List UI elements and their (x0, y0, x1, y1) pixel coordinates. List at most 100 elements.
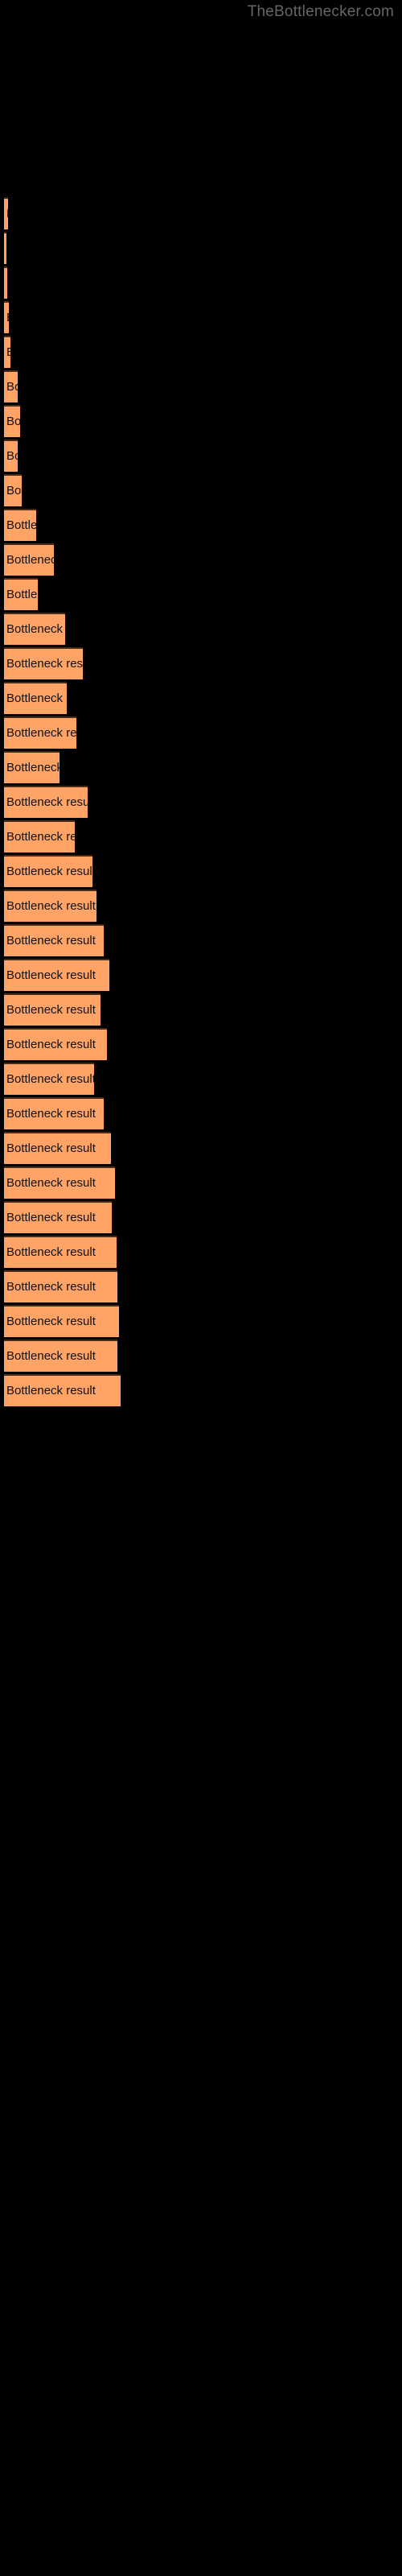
bar-label: Bottleneck result (6, 622, 65, 636)
bar-row: Bottleneck result (4, 682, 67, 714)
bar[interactable]: Bottleneck result (4, 232, 6, 264)
bar-label: Bottleneck result (6, 1141, 96, 1155)
bar-label: Bottleneck result (6, 1038, 96, 1051)
bar-label: Bottleneck result (6, 968, 96, 982)
bar[interactable]: Bottleneck result (4, 440, 18, 472)
bar[interactable]: Bottleneck result (4, 993, 100, 1026)
bar[interactable]: Bottleneck result (4, 682, 67, 714)
bar[interactable]: Bottleneck result (4, 543, 54, 576)
bar[interactable]: Bottleneck result (4, 647, 83, 679)
bar[interactable]: Bottleneck result (4, 266, 7, 299)
bar-row: Bottleneck result (4, 405, 20, 437)
bar-row: Bottleneck result (4, 751, 59, 783)
bar-row: Bottleneck result (4, 855, 92, 887)
bar[interactable]: Bottleneck result (4, 1028, 107, 1060)
bar[interactable]: Bottleneck result (4, 786, 88, 818)
bar-label: Bottleneck result (6, 657, 83, 671)
bar[interactable]: Bottleneck result (4, 855, 92, 887)
bar-label: Bottleneck result (6, 899, 96, 913)
bar[interactable]: Bottleneck result (4, 820, 75, 852)
bar-label: Bottleneck result (6, 761, 59, 774)
bar-label: Bottleneck result (6, 1245, 96, 1259)
bar[interactable]: Bottleneck result (4, 197, 8, 229)
bar-row: Bottleneck result (4, 1097, 104, 1129)
bar[interactable]: Bottleneck result (4, 578, 38, 610)
bottleneck-bar-chart: Bottleneck result Bottleneck result Bottle… (0, 0, 402, 2576)
bar-row: Bottleneck result (4, 578, 38, 610)
bar[interactable]: Bottleneck result (4, 509, 36, 541)
bar-label: Bottleneck result (6, 1003, 96, 1017)
bar-row: Bottleneck result (4, 266, 7, 299)
bar[interactable]: Bottleneck result (4, 1097, 104, 1129)
bar[interactable]: Bottleneck result (4, 1132, 111, 1164)
bar-label: Bottleneck result (6, 553, 54, 567)
bar[interactable]: Bottleneck result (4, 716, 76, 749)
bar[interactable]: Bottleneck result (4, 751, 59, 783)
bar-row: Bottleneck result (4, 1166, 115, 1199)
bar[interactable]: Bottleneck result (4, 405, 20, 437)
bar-label: Bottleneck result (6, 588, 38, 601)
bar-row: Bottleneck result (4, 543, 54, 576)
bar[interactable]: Bottleneck result (4, 301, 9, 333)
bar-row: Bottleneck result (4, 1270, 117, 1302)
bar-label: Bottleneck result (6, 1211, 96, 1224)
bar-label: Bottleneck result (6, 1072, 94, 1086)
bar-row: Bottleneck result (4, 509, 36, 541)
bar-label: Bottleneck result (6, 1315, 96, 1328)
bar-label: Bottleneck result (6, 830, 75, 844)
bar-row: Bottleneck result (4, 1236, 117, 1268)
bar-label: Bottleneck result (6, 726, 76, 740)
bar-label: Bottleneck result (6, 275, 7, 291)
bar-row: Bottleneck result (4, 370, 18, 402)
bar[interactable]: Bottleneck result (4, 1063, 94, 1095)
bar-row: Bottleneck result (4, 890, 96, 922)
bar-row: Bottleneck result (4, 1305, 119, 1337)
bar[interactable]: Bottleneck result (4, 1374, 121, 1406)
bar-label: Bottleneck result (6, 415, 20, 428)
bar[interactable]: Bottleneck result (4, 336, 10, 368)
bar[interactable]: Bottleneck result (4, 474, 22, 506)
page-root: TheBottlenecker.com Bottleneck resultBot… (0, 0, 402, 2576)
bar[interactable]: Bottleneck result (4, 370, 18, 402)
bar-label: Bottleneck result (6, 1176, 96, 1190)
bar[interactable]: Bottleneck result (4, 959, 109, 991)
bar-label: Bottleneck result (6, 484, 22, 497)
bar[interactable]: Bottleneck result (4, 613, 65, 645)
bar[interactable]: Bottleneck result (4, 1166, 115, 1199)
bar-label: Bottleneck result (6, 1384, 96, 1397)
bar-row: Bottleneck result (4, 786, 88, 818)
bar-row: Bottleneck result (4, 1063, 94, 1095)
bar-label: Bottleneck result (6, 1107, 96, 1121)
bar-label: Bottleneck result (6, 795, 88, 809)
bar-label: Bottleneck result (6, 518, 36, 532)
bar-row: Bottleneck result (4, 1028, 107, 1060)
bar[interactable]: Bottleneck result (4, 1305, 119, 1337)
bar-label: Bottleneck result (6, 380, 18, 394)
bar-row: Bottleneck result (4, 474, 22, 506)
bar[interactable]: Bottleneck result (4, 1236, 117, 1268)
bar-label: Bottleneck result (6, 310, 9, 326)
bar-row: Bottleneck result (4, 1132, 111, 1164)
bar-row: Bottleneck result (4, 1201, 112, 1233)
bar-row: Bottleneck result (4, 232, 6, 264)
bar-row: Bottleneck result (4, 613, 65, 645)
bar[interactable]: Bottleneck result (4, 1340, 117, 1372)
bar-label: Bottleneck result (6, 934, 96, 947)
bar[interactable]: Bottleneck result (4, 1201, 112, 1233)
bar-row: Bottleneck result (4, 820, 75, 852)
bar-label: Bottleneck result (6, 449, 18, 463)
bar-row: Bottleneck result (4, 647, 83, 679)
bar[interactable]: Bottleneck result (4, 890, 96, 922)
bar-row: Bottleneck result (4, 197, 8, 229)
bar[interactable]: Bottleneck result (4, 1270, 117, 1302)
bar-row: Bottleneck result (4, 440, 18, 472)
bar[interactable]: Bottleneck result (4, 924, 104, 956)
bar-label: Bottleneck result (6, 206, 8, 222)
bar-label: Bottleneck result (6, 1280, 96, 1294)
bar-row: Bottleneck result (4, 924, 104, 956)
bar-row: Bottleneck result (4, 716, 76, 749)
bar-row: Bottleneck result (4, 1374, 121, 1406)
bar-label: Bottleneck result (6, 345, 10, 361)
bar-row: Bottleneck result (4, 301, 9, 333)
bar-row: Bottleneck result (4, 993, 100, 1026)
